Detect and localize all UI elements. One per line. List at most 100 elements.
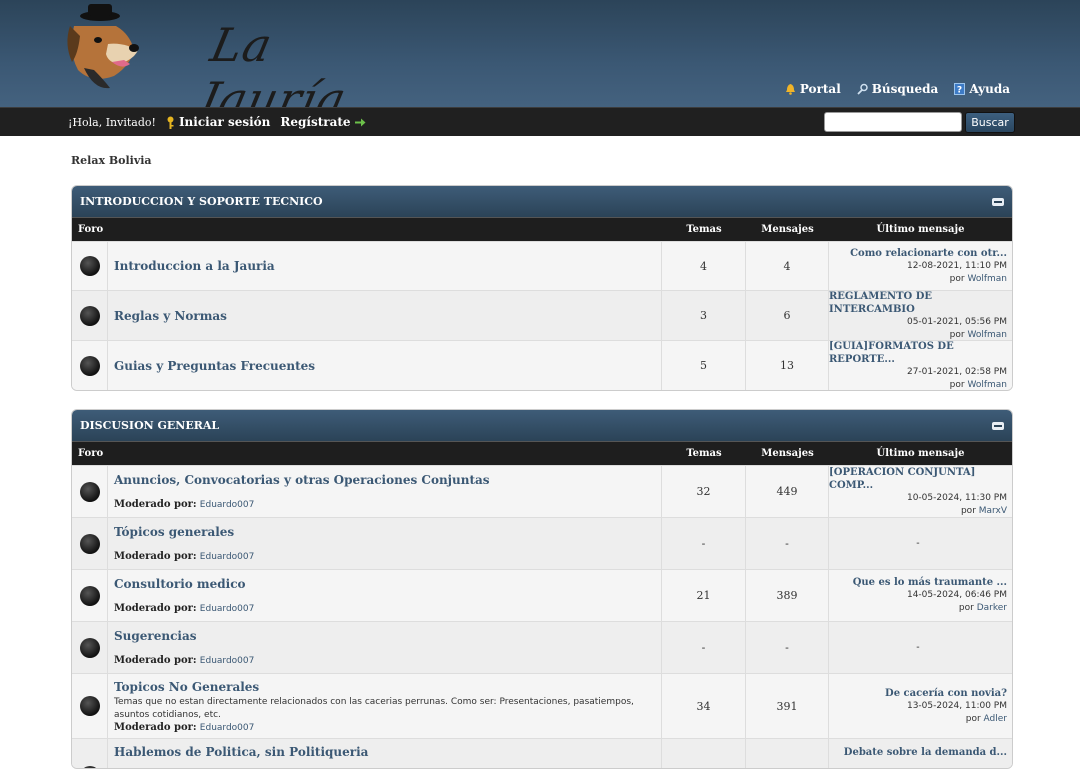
help-icon: ? [954,83,966,95]
moderator-line: Moderado por: Eduardo007 [114,722,254,733]
last-post-date: 05-01-2021, 05:56 PM [906,316,1007,327]
search-button[interactable]: Buscar [965,112,1015,133]
last-post-user[interactable]: MarxV [979,506,1007,516]
forum-row: Hablemos de Politica, sin Politiqueria D… [72,738,1012,768]
category-header: INTRODUCCION Y SOPORTE TECNICO [72,186,1012,217]
col-topics: Temas [686,448,722,459]
moderated-by-label: Moderado por: [114,655,197,666]
post-count: 6 [746,291,829,340]
post-count: 449 [746,466,829,517]
col-posts: Mensajes [761,224,814,235]
last-post-link[interactable]: Debate sobre la demanda d... [844,746,1007,759]
post-count: 389 [746,570,829,621]
last-post-link[interactable]: Que es lo más traumante ... [853,576,1007,589]
forum-status-icon [79,585,100,606]
column-headers: Foro Temas Mensajes Último mensaje [72,217,1012,241]
moderated-by-label: Moderado por: [114,499,197,510]
forum-link[interactable]: Tópicos generales [114,525,234,539]
last-post-user[interactable]: Adler [984,714,1007,724]
moderated-by-label: Moderado por: [114,721,197,733]
last-post-link[interactable]: De cacería con novia? [885,687,1007,700]
moderator-link[interactable]: Eduardo007 [200,500,255,510]
moderator-link[interactable]: Eduardo007 [200,656,255,666]
col-forum: Foro [78,448,104,459]
topic-count: 3 [662,291,746,340]
last-post-empty: - [916,538,920,549]
col-posts: Mensajes [761,448,814,459]
category-title[interactable]: INTRODUCCION Y SOPORTE TECNICO [80,195,323,208]
search-label: Búsqueda [871,82,939,96]
last-post-link[interactable]: REGLAMENTO DE INTERCAMBIO [829,290,1007,316]
moderated-by-label: Moderado por: [114,551,197,562]
greeting-text: ¡Hola, Invitado! [68,115,156,129]
forum-link[interactable]: Anuncios, Convocatorias y otras Operacio… [114,473,490,487]
last-post-date: 13-05-2024, 11:00 PM [906,700,1007,711]
by-label: por [949,379,965,390]
moderated-by-label: Moderado por: [114,603,197,614]
search-input[interactable] [824,112,962,132]
last-post-date: 12-08-2021, 11:10 PM [906,260,1007,271]
help-link[interactable]: ? Ayuda [954,82,1010,96]
column-headers: Foro Temas Mensajes Último mensaje [72,441,1012,465]
post-count: 13 [746,341,829,390]
forum-status-icon [79,256,100,276]
last-post-user[interactable]: Wolfman [967,380,1007,390]
collapse-icon[interactable] [992,198,1004,206]
breadcrumb[interactable]: Relax Bolivia [71,154,152,167]
forum-link[interactable]: Sugerencias [114,629,197,643]
forum-status-icon [79,481,100,502]
forum-link[interactable]: Guias y Preguntas Frecuentes [114,359,315,373]
portal-link[interactable]: Portal [785,82,841,96]
category-header: DISCUSION GENERAL [72,410,1012,441]
collapse-icon[interactable] [992,422,1004,430]
by-label: por [958,603,974,613]
login-link[interactable]: Iniciar sesión [166,115,270,129]
by-label: por [960,505,976,516]
last-post-link[interactable]: [OPERACION CONJUNTA] COMP... [829,466,1007,492]
moderator-link[interactable]: Eduardo007 [200,604,255,614]
moderator-link[interactable]: Eduardo007 [200,552,255,562]
last-post-empty: - [916,642,920,653]
moderator-link[interactable]: Eduardo007 [200,723,255,733]
help-label: Ayuda [969,82,1010,96]
post-count: - [746,622,829,673]
forum-link[interactable]: Consultorio medico [114,577,246,591]
magnifier-icon [857,83,868,95]
forum-status-icon [79,637,100,658]
last-post-date: 27-01-2021, 02:58 PM [906,366,1007,377]
top-nav: Portal Búsqueda ? Ayuda [785,82,1010,96]
register-link[interactable]: Regístrate [280,115,366,129]
forum-row: Topicos No Generales Temas que no estan … [72,673,1012,738]
topic-count: 32 [662,466,746,517]
forum-link[interactable]: Reglas y Normas [114,309,227,323]
last-post-user[interactable]: Darker [977,603,1007,613]
forum-link[interactable]: Introduccion a la Jauria [114,259,275,273]
forum-row: Reglas y Normas 3 6 REGLAMENTO DE INTERC… [72,290,1012,340]
login-label: Iniciar sesión [178,115,271,129]
forum-row: Anuncios, Convocatorias y otras Operacio… [72,465,1012,517]
search-link[interactable]: Búsqueda [857,82,939,96]
by-label: por [949,329,965,340]
category-discusion-general: DISCUSION GENERAL Foro Temas Mensajes Úl… [71,409,1013,769]
topic-count: 21 [662,570,746,621]
col-last-post: Último mensaje [876,224,965,235]
last-post-link[interactable]: Como relacionarte con otr... [850,247,1007,260]
post-count [746,739,829,768]
last-post-link[interactable]: [GUIA]FORMATOS DE REPORTE... [829,340,1007,366]
last-post-date: 10-05-2024, 11:30 PM [906,492,1007,503]
forum-row: Guias y Preguntas Frecuentes 5 13 [GUIA]… [72,340,1012,390]
moderator-line: Moderado por: Eduardo007 [114,551,254,562]
forum-link[interactable]: Hablemos de Politica, sin Politiqueria [114,745,368,759]
forum-status-icon [79,305,100,326]
forum-link[interactable]: Topicos No Generales [114,680,259,694]
topic-count: 5 [662,341,746,390]
category-title[interactable]: DISCUSION GENERAL [80,419,219,432]
last-post-user[interactable]: Wolfman [967,330,1007,340]
topic-count: 34 [662,674,746,738]
last-post-user[interactable]: Wolfman [967,274,1007,284]
site-logo[interactable]: La Jauría [64,4,352,126]
category-intro-soporte: INTRODUCCION Y SOPORTE TECNICO Foro Tema… [71,185,1013,391]
forum-status-icon [79,696,100,716]
topic-count: - [662,518,746,569]
topic-count [662,739,746,768]
